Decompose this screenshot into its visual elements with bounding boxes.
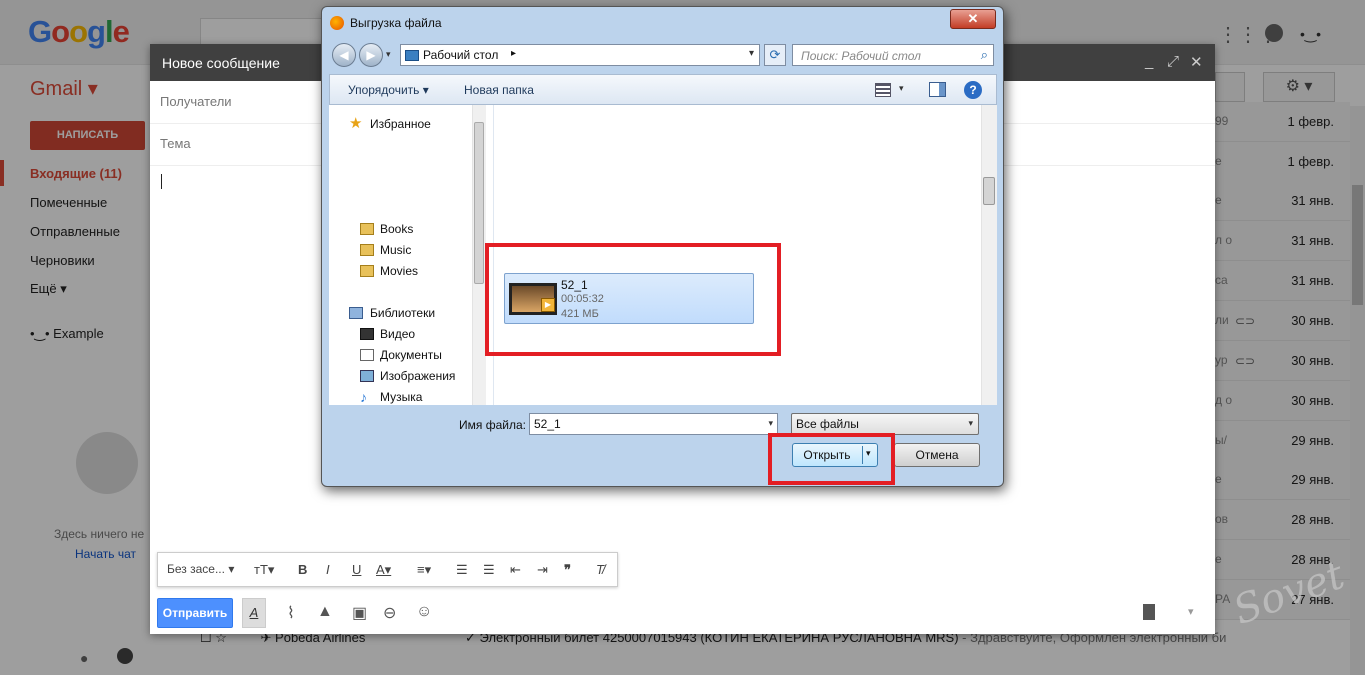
highlight-file-box <box>485 243 781 356</box>
refresh-icon[interactable]: ⟳ <box>764 44 786 66</box>
compose-title: Новое сообщение <box>162 55 280 71</box>
underline-icon[interactable]: U <box>352 562 361 577</box>
close-icon[interactable]: ✕ <box>1190 53 1203 71</box>
text-cursor <box>161 174 162 189</box>
google-drive-icon[interactable]: ▲ <box>317 603 333 621</box>
filename-input[interactable]: 52_1 ▾ <box>529 413 778 435</box>
preview-pane-icon[interactable] <box>929 82 946 97</box>
text-color-icon[interactable]: A▾ <box>376 562 391 578</box>
libraries-icon <box>349 307 363 319</box>
minimize-icon[interactable]: _ <box>1145 53 1153 70</box>
formatting-toggle-icon[interactable]: A <box>242 598 266 628</box>
help-icon[interactable]: ? <box>964 81 982 99</box>
organize-button[interactable]: Упорядочить ▾ <box>348 83 429 97</box>
search-icon[interactable]: ⌕ <box>981 47 988 63</box>
breadcrumb-arrow-icon[interactable]: ▸ <box>511 48 516 59</box>
change-view-icon[interactable] <box>875 83 891 97</box>
align-icon[interactable]: ≡▾ <box>417 562 431 578</box>
indent-icon[interactable]: ⇥ <box>537 562 548 578</box>
folder-icon <box>360 223 374 235</box>
nav-movies[interactable]: Movies <box>380 264 418 278</box>
subject-field[interactable]: Тема <box>160 136 191 151</box>
images-library-icon <box>360 370 374 382</box>
quote-icon[interactable]: ❞ <box>564 562 571 578</box>
discard-trash-icon[interactable] <box>1143 604 1155 620</box>
font-family-dropdown[interactable]: Без засе... ▾ <box>167 562 234 576</box>
emoji-icon[interactable]: ☺ <box>416 603 432 621</box>
file-upload-dialog: Выгрузка файла ✕ ◀ ▶ ▾ Рабочий стол ▸ ▾ … <box>321 6 1004 487</box>
filename-dropdown-icon[interactable]: ▾ <box>768 418 773 429</box>
nav-video[interactable]: Видео <box>380 327 415 341</box>
filename-label: Имя файла: <box>459 418 526 432</box>
expand-icon[interactable]: ⤢ <box>1167 53 1179 70</box>
remove-formatting-icon[interactable]: T̸ <box>596 562 604 577</box>
navigation-pane: ★ Избранное Books Music Movies Библиотек… <box>329 105 494 405</box>
italic-icon[interactable]: I <box>326 562 330 577</box>
folder-icon <box>360 265 374 277</box>
music-note-icon: ♪ <box>360 389 367 405</box>
attach-paperclip-icon[interactable]: ⌇ <box>287 603 295 623</box>
file-list-scrollbar[interactable] <box>981 105 997 405</box>
bold-icon[interactable]: B <box>298 562 307 577</box>
folder-icon <box>360 244 374 256</box>
desktop-icon <box>405 50 419 61</box>
filetype-value: Все файлы <box>796 417 859 431</box>
more-options-icon[interactable]: ▾ <box>1188 605 1194 618</box>
nav-music-library[interactable]: Музыка <box>380 390 422 404</box>
font-family-label: Без засе... <box>167 562 225 576</box>
recipients-field[interactable]: Получатели <box>160 94 232 109</box>
history-dropdown-icon[interactable]: ▾ <box>386 49 391 60</box>
bulleted-list-icon[interactable]: ☰ <box>483 562 495 578</box>
filetype-select[interactable]: Все файлы ▾ <box>791 413 979 435</box>
command-bar: Упорядочить ▾ Новая папка ▾ ? <box>329 74 997 105</box>
navigation-scrollbar-thumb[interactable] <box>474 122 484 284</box>
outdent-icon[interactable]: ⇤ <box>510 562 521 578</box>
cancel-button[interactable]: Отмена <box>894 443 980 467</box>
address-dropdown-icon[interactable]: ▾ <box>749 48 754 59</box>
nav-libraries[interactable]: Библиотеки <box>370 306 435 320</box>
filename-value: 52_1 <box>534 417 561 431</box>
view-dropdown-icon[interactable]: ▾ <box>899 83 904 94</box>
firefox-icon <box>330 16 344 30</box>
forward-arrow-icon[interactable]: ▶ <box>359 43 383 67</box>
formatting-toolbar: Без засе... ▾ тT▾ B I U A▾ ≡▾ ☰ ☰ ⇤ ⇥ ❞ … <box>157 552 618 587</box>
nav-music[interactable]: Music <box>380 243 411 257</box>
dialog-title: Выгрузка файла <box>350 16 442 30</box>
video-library-icon <box>360 328 374 340</box>
documents-library-icon <box>360 349 374 361</box>
nav-favorites[interactable]: Избранное <box>370 117 431 131</box>
nav-images[interactable]: Изображения <box>380 369 455 383</box>
send-button[interactable]: Отправить <box>157 598 233 628</box>
nav-documents[interactable]: Документы <box>380 348 442 362</box>
highlight-open-box <box>768 433 895 485</box>
back-arrow-icon[interactable]: ◀ <box>332 43 356 67</box>
nav-books[interactable]: Books <box>380 222 413 236</box>
file-list-scrollbar-thumb[interactable] <box>983 177 995 205</box>
address-bar[interactable]: Рабочий стол ▸ ▾ <box>400 44 760 66</box>
insert-photo-icon[interactable]: ▣ <box>352 603 367 623</box>
search-placeholder: Поиск: Рабочий стол <box>801 49 921 63</box>
numbered-list-icon[interactable]: ☰ <box>456 562 468 578</box>
new-folder-button[interactable]: Новая папка <box>464 83 534 97</box>
dialog-close-button[interactable]: ✕ <box>950 9 996 29</box>
filetype-dropdown-icon[interactable]: ▾ <box>968 418 973 429</box>
address-path: Рабочий стол <box>423 48 499 62</box>
star-icon: ★ <box>349 115 363 132</box>
font-size-icon[interactable]: тT▾ <box>254 562 274 578</box>
dialog-search-input[interactable]: Поиск: Рабочий стол ⌕ <box>792 44 994 66</box>
insert-link-icon[interactable]: ⊖ <box>383 603 396 623</box>
